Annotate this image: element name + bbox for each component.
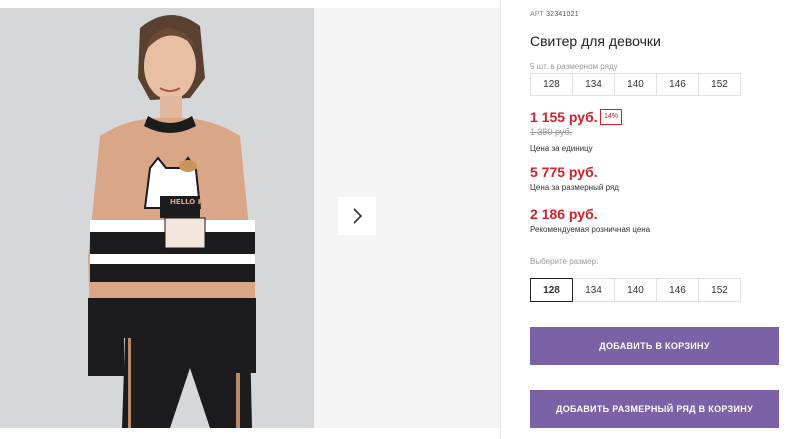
article-number: АРТ 32341021 (530, 11, 579, 18)
unit-price: 1 155 руб. (530, 109, 598, 125)
size-option-152[interactable]: 152 (698, 278, 741, 302)
pack-sizes: 128 134 140 146 152 (530, 73, 741, 96)
choose-size-label: Выберите размер: (530, 257, 599, 266)
pack-size-cell: 152 (698, 73, 741, 96)
old-price: 1 350 руб. (530, 127, 573, 137)
discount-badge: 14% (600, 109, 623, 125)
size-option-134[interactable]: 134 (572, 278, 615, 302)
size-selector: 128 134 140 146 152 (530, 278, 741, 302)
set-price-caption: Цена за размерный ряд (530, 183, 619, 192)
article-label: АРТ (530, 11, 544, 18)
rrp-price: 2 186 руб. (530, 206, 598, 222)
girl-in-sweater-illustration: HELLO KITTY (0, 8, 314, 428)
add-size-set-to-cart-button[interactable]: ДОБАВИТЬ РАЗМЕРНЫЙ РЯД В КОРЗИНУ (530, 390, 779, 428)
embroidery-text: HELLO KITTY (170, 198, 221, 206)
chevron-right-icon (353, 208, 363, 224)
size-option-146[interactable]: 146 (656, 278, 699, 302)
size-option-140[interactable]: 140 (614, 278, 657, 302)
gallery-divider (500, 0, 501, 439)
pack-size-cell: 140 (614, 73, 657, 96)
product-photo[interactable]: HELLO KITTY (0, 8, 314, 428)
size-option-128[interactable]: 128 (530, 278, 573, 302)
pack-size-cell: 134 (572, 73, 615, 96)
add-to-cart-button[interactable]: ДОБАВИТЬ В КОРЗИНУ (530, 327, 779, 365)
rrp-price-caption: Рекомендуемая розничная цена (530, 225, 651, 234)
unit-price-caption: Цена за единицу (530, 144, 593, 153)
pack-size-cell: 146 (656, 73, 699, 96)
pack-note: 5 шт. в размерном ряду (530, 62, 618, 71)
next-photo-button[interactable] (338, 197, 376, 235)
set-price: 5 775 руб. (530, 164, 598, 180)
product-gallery: HELLO KITTY (0, 0, 500, 439)
product-title: Свитер для девочки (530, 33, 661, 49)
pack-size-cell: 128 (530, 73, 573, 96)
article-value: 32341021 (546, 11, 579, 18)
